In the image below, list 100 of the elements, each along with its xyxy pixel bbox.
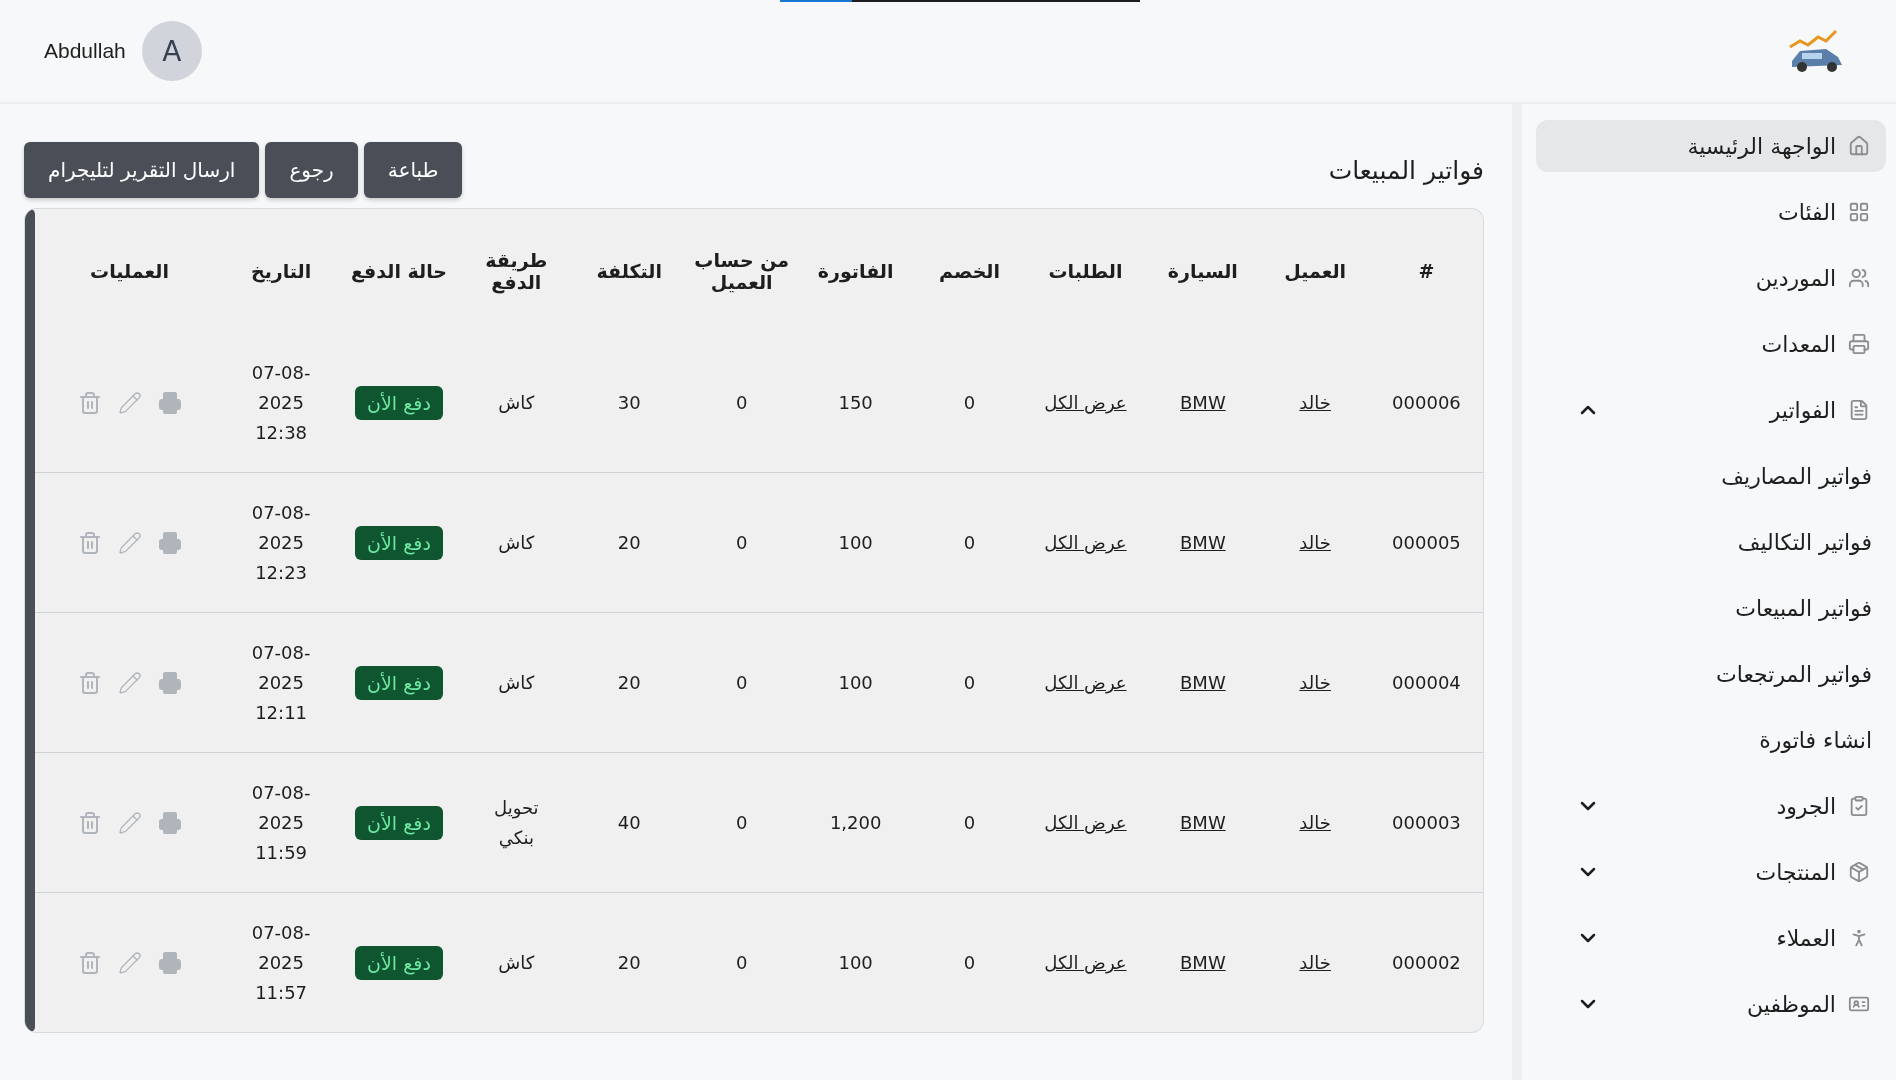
- table-cell: 0: [963, 392, 976, 413]
- status-badge[interactable]: دفع الأن: [355, 805, 443, 840]
- sidebar-subitem[interactable]: انشاء فاتورة: [1536, 714, 1886, 766]
- column-header: العمليات: [89, 259, 170, 284]
- car-link[interactable]: BMW: [1180, 672, 1226, 693]
- status-badge[interactable]: دفع الأن: [355, 945, 443, 980]
- sidebar-item[interactable]: المعدات: [1536, 318, 1886, 370]
- car-link[interactable]: BMW: [1180, 532, 1226, 553]
- sidebar-item[interactable]: الجرود: [1536, 780, 1886, 832]
- delete-icon[interactable]: [77, 530, 102, 555]
- sidebar-item[interactable]: المنتجات: [1536, 846, 1886, 898]
- sidebar-subitem[interactable]: فواتير المصاريف: [1536, 450, 1886, 502]
- column-header: السيارة: [1166, 259, 1239, 285]
- sidebar-item[interactable]: الموظفين: [1536, 978, 1886, 1030]
- customer-link[interactable]: خالد: [1299, 812, 1331, 833]
- user-avatar[interactable]: A: [141, 21, 202, 81]
- action-button[interactable]: رجوع: [265, 142, 358, 198]
- car-link[interactable]: BMW: [1180, 812, 1226, 833]
- column-header: الطلبات: [1047, 259, 1124, 284]
- sidebar-item[interactable]: الواجهة الرئيسية: [1536, 120, 1886, 172]
- table-cell: 0: [735, 812, 748, 833]
- edit-icon[interactable]: [117, 950, 142, 975]
- people-icon: [1848, 267, 1870, 289]
- sidebar-subitem[interactable]: فواتير المبيعات: [1536, 582, 1886, 634]
- table-cell: 20: [617, 952, 641, 973]
- orders-link[interactable]: عرض الكل: [1044, 672, 1127, 693]
- table-cell-text: كاش: [497, 530, 536, 555]
- action-button[interactable]: ارسال التقرير لتليجرام: [24, 142, 260, 198]
- table-cell: 0: [735, 532, 748, 553]
- table-cell-text: كاش: [497, 670, 536, 695]
- document-icon: [1848, 399, 1870, 421]
- clipboard-check-icon: [1848, 795, 1870, 817]
- edit-icon[interactable]: [117, 390, 142, 415]
- delete-icon[interactable]: [77, 390, 102, 415]
- car-link[interactable]: BMW: [1180, 952, 1226, 973]
- orders-link[interactable]: عرض الكل: [1044, 392, 1127, 413]
- column-header: #: [1417, 259, 1436, 284]
- sidebar-item[interactable]: الفئات: [1536, 186, 1886, 238]
- table-cell: 100: [838, 532, 873, 553]
- grid-icon: [1848, 201, 1870, 223]
- table-cell: 0: [735, 952, 748, 973]
- sidebar-subitem[interactable]: فواتير التكاليف: [1536, 516, 1886, 568]
- table-cell: 000002: [1392, 952, 1461, 973]
- machine-icon: [1848, 333, 1870, 355]
- box-icon: [1848, 861, 1870, 883]
- table-cell-text: تحويل بنكي: [493, 795, 540, 851]
- table-cell: 20: [617, 672, 641, 693]
- table-cell: 0: [963, 672, 976, 693]
- column-header: حالة الدفع: [349, 259, 449, 285]
- sidebar-subitem[interactable]: فواتير المرتجعات: [1536, 648, 1886, 700]
- table-cell: 000005: [1392, 532, 1461, 553]
- delete-icon[interactable]: [77, 810, 102, 835]
- edit-icon[interactable]: [117, 810, 142, 835]
- date-cell-text: 07-08-2025 12:23: [250, 500, 312, 585]
- column-header: العميل: [1283, 259, 1348, 284]
- table-cell: 0: [963, 532, 976, 553]
- sidebar-item[interactable]: الفواتير: [1536, 384, 1886, 436]
- table-cell: 000003: [1392, 812, 1461, 833]
- orders-link[interactable]: عرض الكل: [1044, 952, 1127, 973]
- status-badge[interactable]: دفع الأن: [355, 385, 443, 420]
- home-icon: [1848, 135, 1870, 157]
- page-title: فواتير المبيعات: [1328, 155, 1484, 185]
- date-cell-text: 07-08-2025 11:59: [250, 780, 312, 865]
- column-header: من حساب العميل: [693, 248, 791, 295]
- customer-link[interactable]: خالد: [1299, 952, 1331, 973]
- table-cell: 0: [735, 392, 748, 413]
- table-cell: 000004: [1392, 672, 1461, 693]
- table-cell: 30: [617, 392, 641, 413]
- table-cell: 100: [838, 952, 873, 973]
- date-cell-text: 07-08-2025 12:38: [250, 360, 312, 445]
- table-cell: 20: [617, 532, 641, 553]
- customer-link[interactable]: خالد: [1299, 672, 1331, 693]
- status-badge[interactable]: دفع الأن: [355, 665, 443, 700]
- table-cell: 000006: [1392, 392, 1461, 413]
- car-link[interactable]: BMW: [1180, 392, 1226, 413]
- user-name: Abdullah: [44, 39, 126, 63]
- edit-icon[interactable]: [117, 530, 142, 555]
- customer-link[interactable]: خالد: [1299, 392, 1331, 413]
- sidebar-item[interactable]: العملاء: [1536, 912, 1886, 964]
- orders-link[interactable]: عرض الكل: [1044, 812, 1127, 833]
- column-header: التاريخ: [249, 259, 313, 285]
- table-cell: 0: [963, 952, 976, 973]
- column-header: الخصم: [938, 259, 1001, 284]
- scrollbar[interactable]: [25, 209, 35, 1032]
- edit-icon[interactable]: [117, 670, 142, 695]
- delete-icon[interactable]: [77, 670, 102, 695]
- column-header: طريقة الدفع: [484, 248, 549, 296]
- date-cell-text: 07-08-2025 12:11: [250, 640, 312, 725]
- sidebar-item[interactable]: الموردين: [1536, 252, 1886, 304]
- table-cell: 150: [838, 392, 873, 413]
- orders-link[interactable]: عرض الكل: [1044, 532, 1127, 553]
- customer-link[interactable]: خالد: [1299, 532, 1331, 553]
- table-cell: 100: [838, 672, 873, 693]
- status-badge[interactable]: دفع الأن: [355, 525, 443, 560]
- date-cell-text: 07-08-2025 11:57: [250, 920, 312, 1005]
- table-cell-text: كاش: [497, 390, 536, 415]
- delete-icon[interactable]: [77, 950, 102, 975]
- table-cell: 40: [617, 812, 641, 833]
- action-button[interactable]: طباعة: [363, 142, 463, 198]
- table-cell: 1,200: [829, 812, 882, 833]
